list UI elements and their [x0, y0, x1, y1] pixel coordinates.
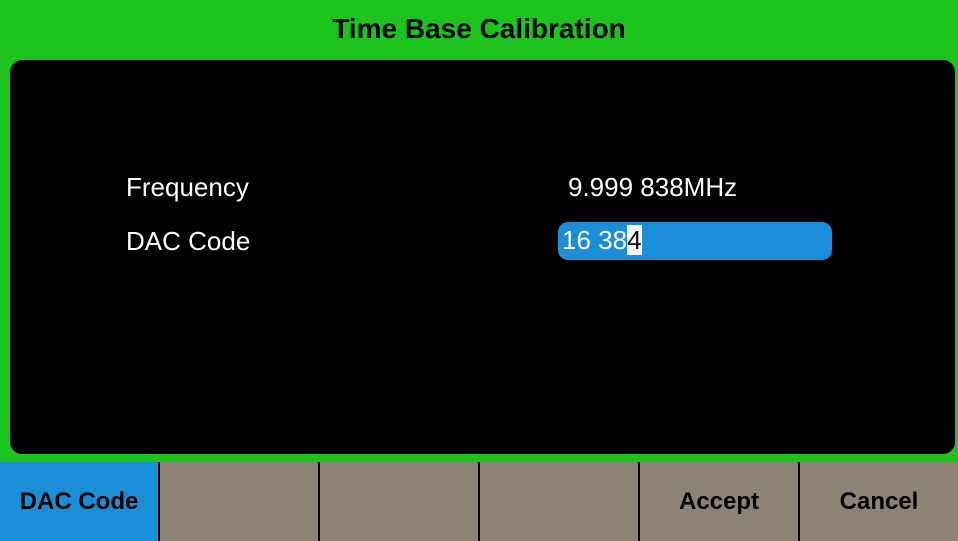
softkey-3[interactable]	[320, 462, 480, 541]
softkey-accept[interactable]: Accept	[640, 462, 800, 541]
softkey-bar: DAC Code Accept Cancel	[0, 462, 958, 541]
dac-code-label: DAC Code	[126, 226, 251, 256]
frequency-label: Frequency	[126, 172, 249, 202]
softkey-dac-code[interactable]: DAC Code	[0, 462, 160, 541]
page-title: Time Base Calibration	[332, 13, 626, 44]
dac-code-value: 16 384	[562, 225, 642, 256]
softkey-cancel[interactable]: Cancel	[800, 462, 958, 541]
dac-code-cursor-digit: 4	[627, 225, 642, 255]
softkey-4[interactable]	[480, 462, 640, 541]
frequency-value: 9.999 838MHz	[568, 172, 738, 202]
window-frame: Time Base Calibration Frequency 9.999 83…	[0, 0, 958, 541]
title-bar: Time Base Calibration	[0, 0, 958, 58]
dac-code-digits: 16 38	[562, 225, 628, 255]
dac-code-input[interactable]: 16 384	[558, 222, 832, 260]
softkey-2[interactable]	[160, 462, 320, 541]
